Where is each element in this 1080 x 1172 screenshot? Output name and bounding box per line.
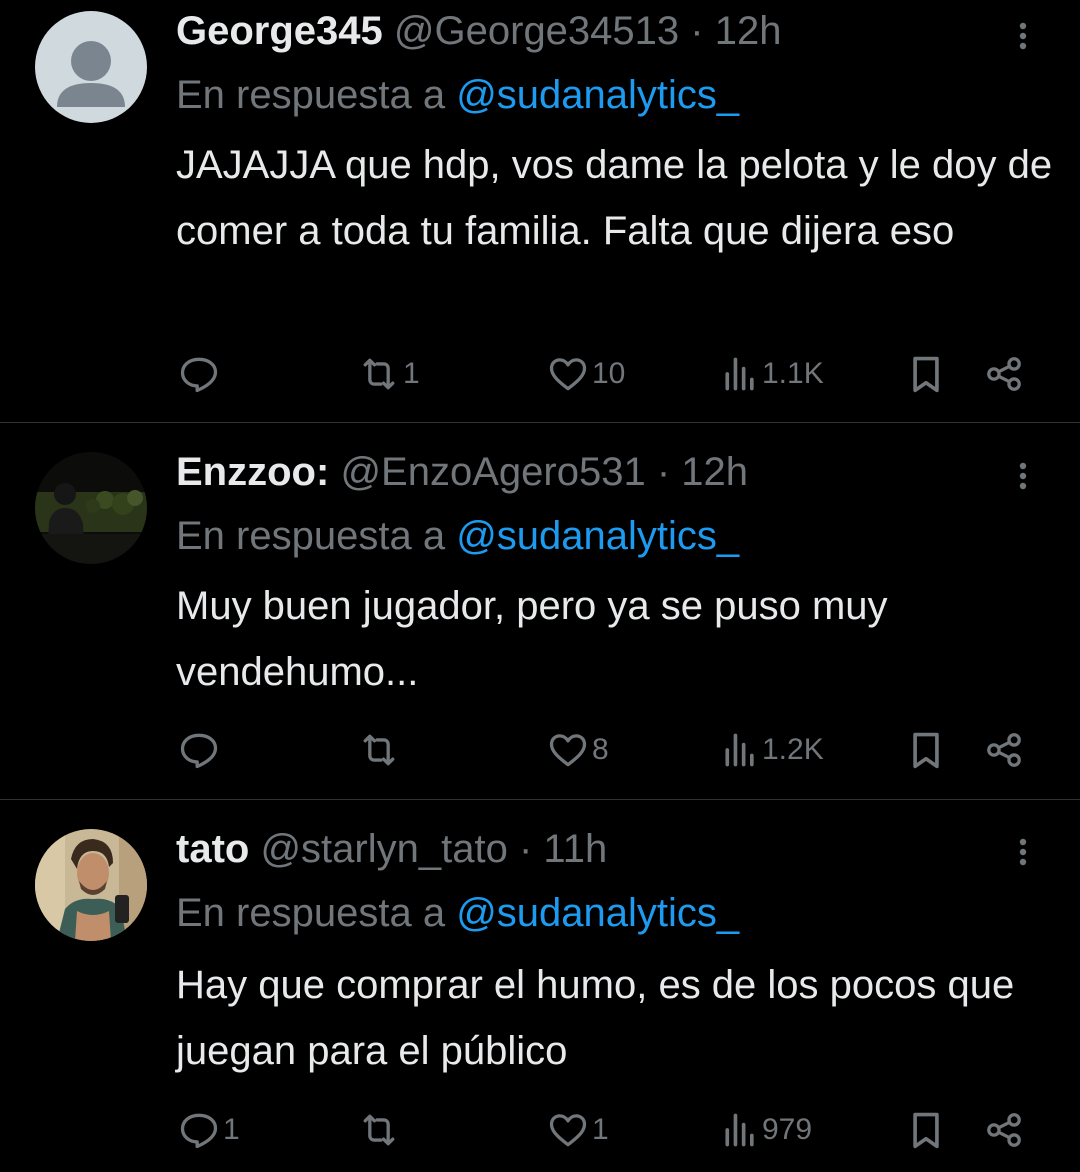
bookmark-button[interactable]	[906, 1108, 946, 1152]
reply-icon	[180, 1113, 218, 1149]
like-icon	[549, 358, 587, 391]
action-bar: 8 1.2K	[0, 728, 1080, 772]
retweet-icon	[363, 358, 395, 390]
action-bar: 1 10 1.1K	[0, 352, 1080, 396]
share-button[interactable]	[982, 1108, 1026, 1152]
separator: ·	[656, 450, 671, 494]
reply-button[interactable]	[177, 728, 223, 772]
views-button[interactable]: 1.1K	[720, 352, 824, 396]
user-handle[interactable]: @George34513	[394, 9, 679, 53]
like-count: 10	[592, 357, 626, 390]
views-icon	[725, 733, 754, 767]
reply-icon	[180, 733, 218, 769]
like-count: 8	[592, 733, 609, 766]
separator: ·	[690, 9, 704, 53]
like-button[interactable]: 8	[546, 728, 609, 772]
reply-mention[interactable]: @sudanalytics_	[456, 73, 739, 117]
photo-selfie-icon	[35, 829, 147, 941]
share-icon	[987, 1113, 1021, 1147]
reply-prefix: En respuesta a	[176, 514, 446, 558]
separator: ·	[518, 827, 533, 871]
tweet-header: Enzzoo: @EnzoAgero531 · 12h	[176, 448, 748, 496]
action-bar: 1 1 979	[0, 1108, 1080, 1152]
tweet-text: JAJAJJA que hdp, vos dame la pelota y le…	[176, 143, 1053, 253]
reply-prefix: En respuesta a	[176, 73, 446, 117]
reply-count: 1	[223, 1113, 240, 1146]
bookmark-icon	[913, 1112, 939, 1149]
retweet-button[interactable]	[357, 1108, 403, 1152]
tweet-1[interactable]: George345 @George34513 · 12h En respuest…	[0, 0, 1080, 422]
more-icon[interactable]	[1008, 12, 1038, 60]
bookmark-button[interactable]	[906, 352, 946, 396]
views-button[interactable]: 1.2K	[720, 728, 824, 772]
reply-button[interactable]: 1	[177, 1108, 240, 1152]
tweet-2[interactable]: Enzzoo: @EnzoAgero531 · 12h En respuesta…	[0, 423, 1080, 799]
reply-mention[interactable]: @sudanalytics_	[456, 514, 739, 558]
like-button[interactable]: 1	[546, 1108, 609, 1152]
display-name[interactable]: tato	[176, 827, 249, 871]
timestamp[interactable]: 12h	[715, 9, 782, 53]
like-button[interactable]: 10	[546, 352, 625, 396]
share-icon	[987, 357, 1021, 391]
avatar[interactable]	[35, 11, 147, 123]
retweet-count: 1	[403, 357, 420, 390]
display-name[interactable]: Enzzoo:	[176, 450, 329, 494]
default-avatar-icon	[35, 11, 147, 123]
tweet-header: tato @starlyn_tato · 11h	[176, 825, 607, 873]
views-icon	[725, 1113, 754, 1147]
bookmark-icon	[913, 732, 939, 769]
tweet-text: Muy buen jugador, pero ya se puso muy ve…	[176, 584, 888, 694]
photo-night-person-icon	[35, 452, 147, 564]
user-handle[interactable]: @starlyn_tato	[260, 827, 507, 871]
retweet-icon	[363, 734, 395, 766]
share-button[interactable]	[982, 352, 1026, 396]
timestamp[interactable]: 11h	[543, 827, 607, 871]
tweet-header: George345 @George34513 · 12h	[176, 7, 782, 55]
like-icon	[549, 734, 587, 767]
reply-context: En respuesta a @sudanalytics_	[176, 71, 739, 119]
views-count: 1.2K	[762, 733, 824, 766]
bookmark-button[interactable]	[906, 728, 946, 772]
bookmark-icon	[913, 356, 939, 393]
reply-button[interactable]	[177, 352, 223, 396]
reply-icon	[180, 357, 218, 393]
retweet-icon	[363, 1114, 395, 1146]
retweet-button[interactable]	[357, 728, 403, 772]
reply-context: En respuesta a @sudanalytics_	[176, 889, 739, 937]
reply-prefix: En respuesta a	[176, 891, 446, 935]
tweet-text: Hay que comprar el humo, es de los pocos…	[176, 963, 1015, 1073]
views-button[interactable]: 979	[720, 1108, 812, 1152]
views-icon	[725, 357, 754, 391]
user-handle[interactable]: @EnzoAgero531	[340, 450, 645, 494]
timestamp[interactable]: 12h	[681, 450, 748, 494]
avatar[interactable]	[35, 829, 147, 941]
reply-context: En respuesta a @sudanalytics_	[176, 512, 739, 560]
share-icon	[987, 733, 1021, 767]
like-icon	[549, 1114, 587, 1147]
views-count: 979	[762, 1113, 813, 1146]
share-button[interactable]	[982, 728, 1026, 772]
reply-mention[interactable]: @sudanalytics_	[456, 891, 739, 935]
more-icon[interactable]	[1008, 828, 1038, 876]
tweet-3[interactable]: tato @starlyn_tato · 11h En respuesta a …	[0, 800, 1080, 1172]
avatar[interactable]	[35, 452, 147, 564]
display-name[interactable]: George345	[176, 9, 383, 53]
like-count: 1	[592, 1113, 609, 1146]
views-count: 1.1K	[762, 357, 824, 390]
more-icon[interactable]	[1008, 452, 1038, 500]
retweet-button[interactable]: 1	[357, 352, 420, 396]
